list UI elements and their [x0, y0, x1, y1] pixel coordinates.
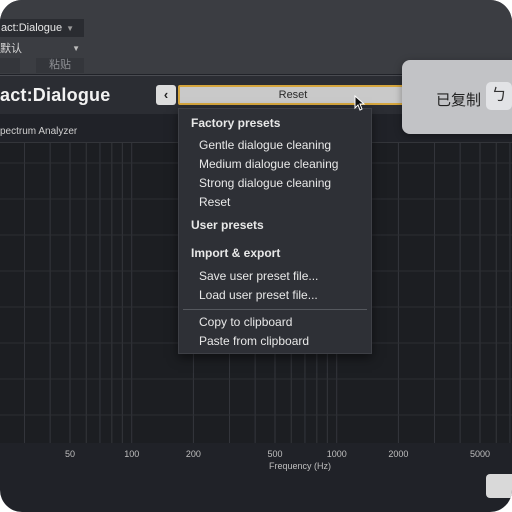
toast-icon: ㄅ: [486, 82, 512, 110]
menu-item-copy-clipboard[interactable]: Copy to clipboard: [199, 315, 292, 329]
user-presets-header: User presets: [191, 218, 264, 232]
spectrum-analyzer-label: pectrum Analyzer: [0, 126, 78, 137]
menu-item-strong[interactable]: Strong dialogue cleaning: [199, 176, 331, 190]
menu-item-save-preset[interactable]: Save user preset file...: [199, 269, 318, 283]
preset-selector[interactable]: Reset: [178, 85, 408, 105]
x-tick-label: 5000: [469, 449, 491, 459]
menu-item-paste-clipboard[interactable]: Paste from clipboard: [199, 334, 309, 348]
host-preset-value: 默认: [0, 43, 22, 55]
plugin-tab-label: act:Dialogue: [1, 22, 63, 34]
menu-item-gentle[interactable]: Gentle dialogue cleaning: [199, 138, 331, 152]
x-tick-label: 100: [124, 449, 140, 459]
x-tick-label: 50: [64, 449, 75, 459]
copy-button[interactable]: [0, 58, 20, 73]
mouse-pointer-icon: [354, 95, 366, 111]
copied-toast: 已复制 ㄅ: [402, 60, 512, 134]
x-tick-label: 1000: [326, 449, 347, 459]
menu-item-medium[interactable]: Medium dialogue cleaning: [199, 157, 338, 171]
menu-item-load-preset[interactable]: Load user preset file...: [199, 288, 318, 302]
x-tick-label: 200: [185, 449, 201, 459]
app-window: act:Dialogue ▼ 默认 ▼ 粘贴 act:Dialogue ‹ Res…: [0, 0, 512, 512]
x-axis-title: Frequency (Hz): [268, 461, 331, 471]
plugin-title: act:Dialogue: [0, 85, 111, 105]
x-tick-label: 2000: [388, 449, 409, 459]
chevron-down-icon: ▼: [72, 44, 80, 53]
menu-item-reset[interactable]: Reset: [199, 195, 230, 209]
previous-preset-button[interactable]: ‹: [156, 85, 176, 105]
import-export-header: Import & export: [191, 246, 281, 260]
corner-button[interactable]: [486, 474, 512, 498]
factory-presets-header: Factory presets: [191, 116, 281, 130]
paste-button[interactable]: 粘贴: [36, 58, 84, 73]
menu-separator: [183, 309, 367, 310]
x-tick-label: 500: [267, 449, 283, 459]
plugin-tab[interactable]: act:Dialogue ▼: [0, 19, 84, 37]
preset-dropdown-menu: Factory presets Gentle dialogue cleaning…: [178, 108, 372, 354]
chevron-down-icon: ▼: [66, 24, 75, 33]
host-preset-select[interactable]: 默认 ▼: [0, 41, 84, 57]
toast-message: 已复制: [436, 92, 482, 109]
